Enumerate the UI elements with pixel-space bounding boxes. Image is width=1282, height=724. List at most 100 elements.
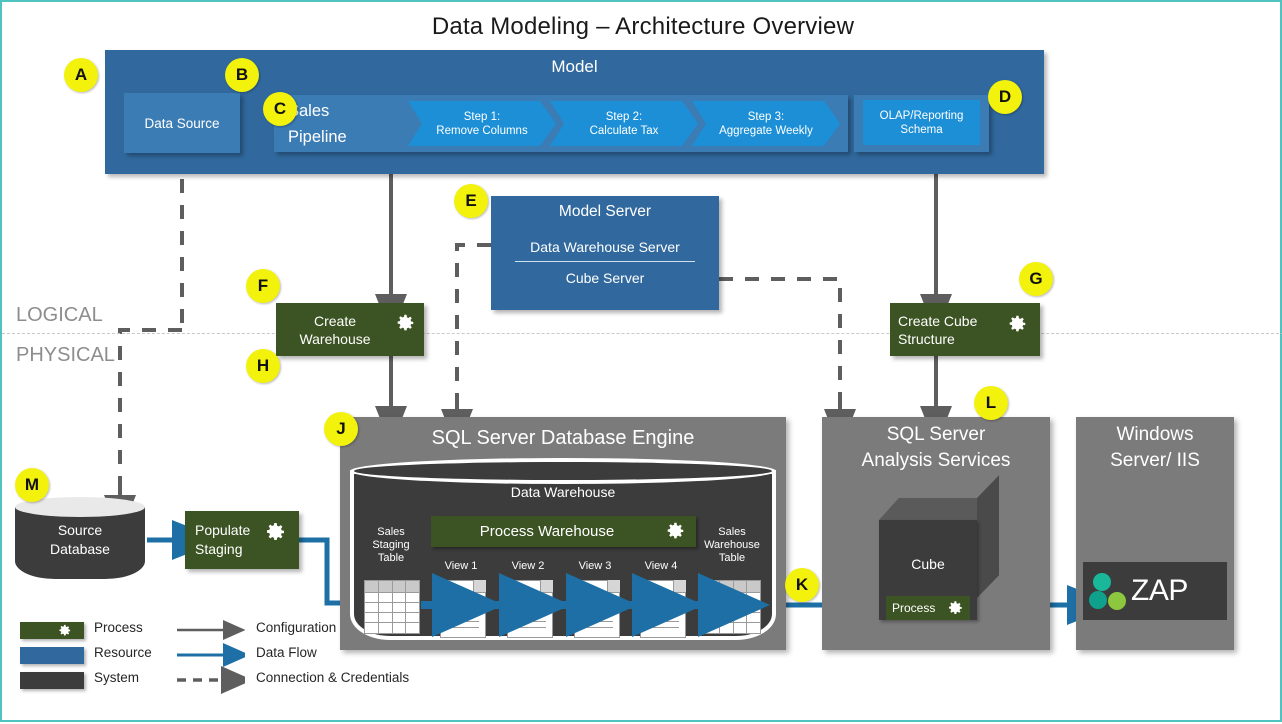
ssas-title-line2: Analysis Services — [861, 450, 1011, 471]
callout-badge-k[interactable]: K — [785, 568, 819, 602]
pipeline-step-3-line1: Step 3: — [747, 110, 785, 123]
populate-staging-process[interactable]: Populate Staging — [185, 511, 299, 569]
process-warehouse-label: Process Warehouse — [479, 523, 615, 540]
logical-label: LOGICAL — [16, 303, 103, 326]
windows-server-title: Windows Server/ IIS — [1076, 424, 1234, 472]
view-3-label: View 3 — [578, 560, 612, 572]
sales-warehouse-table-icon — [705, 580, 761, 634]
sales-warehouse-line1: Sales — [718, 526, 746, 538]
legend-label-process: Process — [94, 620, 143, 635]
pipeline-step-2-line1: Step 2: — [605, 110, 643, 123]
callout-badge-e[interactable]: E — [454, 184, 488, 218]
sales-warehouse-line2: Warehouse — [704, 539, 760, 551]
data-source-box[interactable]: Data Source — [124, 93, 240, 153]
legend-label-data-flow: Data Flow — [256, 645, 317, 660]
sales-staging-line3: Table — [377, 552, 405, 564]
view-4-label: View 4 — [644, 560, 678, 572]
source-database-line1: Source — [57, 522, 103, 538]
sql-engine-title: SQL Server Database Engine — [431, 426, 695, 449]
olap-reporting-schema-box[interactable]: OLAP/Reporting Schema — [863, 100, 980, 145]
view-2-label: View 2 — [511, 560, 545, 572]
model-server-divider — [515, 261, 695, 262]
gear-icon — [949, 601, 962, 614]
source-database-line2: Database — [50, 541, 110, 557]
cube-process-button[interactable]: Process — [886, 596, 970, 620]
pipeline-step-2-line2: Calculate Tax — [589, 124, 659, 137]
zap-logo-text: ZAP — [1131, 574, 1188, 607]
callout-badge-d[interactable]: D — [988, 80, 1022, 114]
gear-icon — [397, 314, 414, 331]
create-warehouse-line2: Warehouse — [299, 330, 371, 347]
pipeline-step-3-line2: Aggregate Weekly — [719, 124, 813, 137]
pipeline-step-2[interactable]: Step 2: Calculate Tax — [550, 101, 698, 146]
view-1-label: View 1 — [444, 560, 478, 572]
gear-icon — [1009, 315, 1026, 332]
olap-schema-line1: OLAP/Reporting — [879, 109, 964, 122]
zap-mark-icon — [1089, 573, 1126, 610]
legend-label-configuration: Configuration — [256, 620, 337, 635]
ssas-title: SQL Server Analysis Services — [822, 424, 1050, 472]
callout-badge-c[interactable]: C — [263, 92, 297, 126]
pipeline-step-1-line2: Remove Columns — [436, 124, 528, 137]
create-cube-structure-process[interactable]: Create Cube Structure — [890, 303, 1040, 356]
zap-logo-tile: ZAP — [1083, 562, 1227, 620]
sales-warehouse-line3: Table — [718, 552, 746, 564]
sales-staging-line2: Staging — [372, 539, 410, 551]
windows-server-title-line1: Windows — [1116, 424, 1194, 445]
create-warehouse-label: Create Warehouse — [276, 303, 394, 356]
gear-icon — [667, 522, 684, 539]
callout-badge-b[interactable]: B — [225, 58, 259, 92]
olap-schema-line2: Schema — [900, 123, 943, 136]
callout-badge-h[interactable]: H — [246, 349, 280, 383]
create-cube-line1: Create Cube — [898, 312, 978, 329]
gear-icon — [59, 624, 71, 636]
populate-staging-label: Populate Staging — [195, 511, 271, 569]
legend: Process Resource System Configuration Da… — [20, 620, 420, 702]
legend-swatch-resource — [20, 647, 84, 664]
legend-label-connection-credentials: Connection & Credentials — [256, 670, 410, 685]
callout-badge-l[interactable]: L — [974, 386, 1008, 420]
callout-badge-j[interactable]: J — [324, 412, 358, 446]
callout-badge-f[interactable]: F — [246, 269, 280, 303]
page-title: Data Modeling – Architecture Overview — [431, 13, 855, 40]
cube-server-label: Cube Server — [565, 270, 645, 286]
process-warehouse-process[interactable]: Process Warehouse — [431, 516, 696, 547]
populate-staging-line1: Populate — [195, 522, 251, 538]
legend-label-system: System — [94, 670, 140, 685]
sales-pipeline-label-line2: Pipeline — [288, 128, 347, 146]
legend-arrow-configuration-icon — [177, 620, 245, 694]
sales-staging-line1: Sales — [377, 526, 405, 538]
pipeline-step-3[interactable]: Step 3: Aggregate Weekly — [692, 101, 840, 146]
cylinder-top — [350, 458, 776, 484]
legend-swatch-system — [20, 672, 84, 689]
callout-badge-a[interactable]: A — [64, 58, 98, 92]
model-server-title: Model Server — [558, 203, 652, 220]
gear-icon — [267, 523, 284, 540]
view-1-icon — [440, 580, 486, 638]
cube-label: Cube — [911, 556, 945, 572]
create-warehouse-line1: Create — [313, 312, 356, 329]
view-2-icon — [507, 580, 553, 638]
physical-label: PHYSICAL — [16, 343, 115, 366]
data-warehouse-server-label: Data Warehouse Server — [530, 239, 680, 255]
diagram-canvas: Data Modeling – Architecture Overview Mo… — [0, 0, 1282, 722]
callout-badge-g[interactable]: G — [1019, 262, 1053, 296]
sales-warehouse-table-label: Sales Warehouse Table — [696, 526, 768, 565]
windows-server-title-line2: Server/ IIS — [1110, 450, 1200, 471]
logical-physical-divider — [2, 333, 1282, 334]
pipeline-step-1-line1: Step 1: — [463, 110, 501, 123]
create-cube-structure-label: Create Cube Structure — [898, 303, 1010, 356]
legend-swatch-process — [20, 622, 84, 639]
view-3-icon — [574, 580, 620, 638]
data-warehouse-label: Data Warehouse — [510, 484, 616, 500]
create-warehouse-process[interactable]: Create Warehouse — [276, 303, 424, 356]
populate-staging-line2: Staging — [195, 541, 243, 557]
ssas-title-line1: SQL Server — [886, 424, 986, 445]
sales-staging-table-label: Sales Staging Table — [360, 526, 422, 565]
legend-label-resource: Resource — [94, 645, 152, 660]
sales-pipeline-label: Sales Pipeline — [288, 98, 400, 150]
source-database-label: Source Database — [15, 516, 145, 564]
pipeline-step-1[interactable]: Step 1: Remove Columns — [408, 101, 556, 146]
view-4-icon — [640, 580, 686, 638]
callout-badge-m[interactable]: M — [15, 468, 49, 502]
